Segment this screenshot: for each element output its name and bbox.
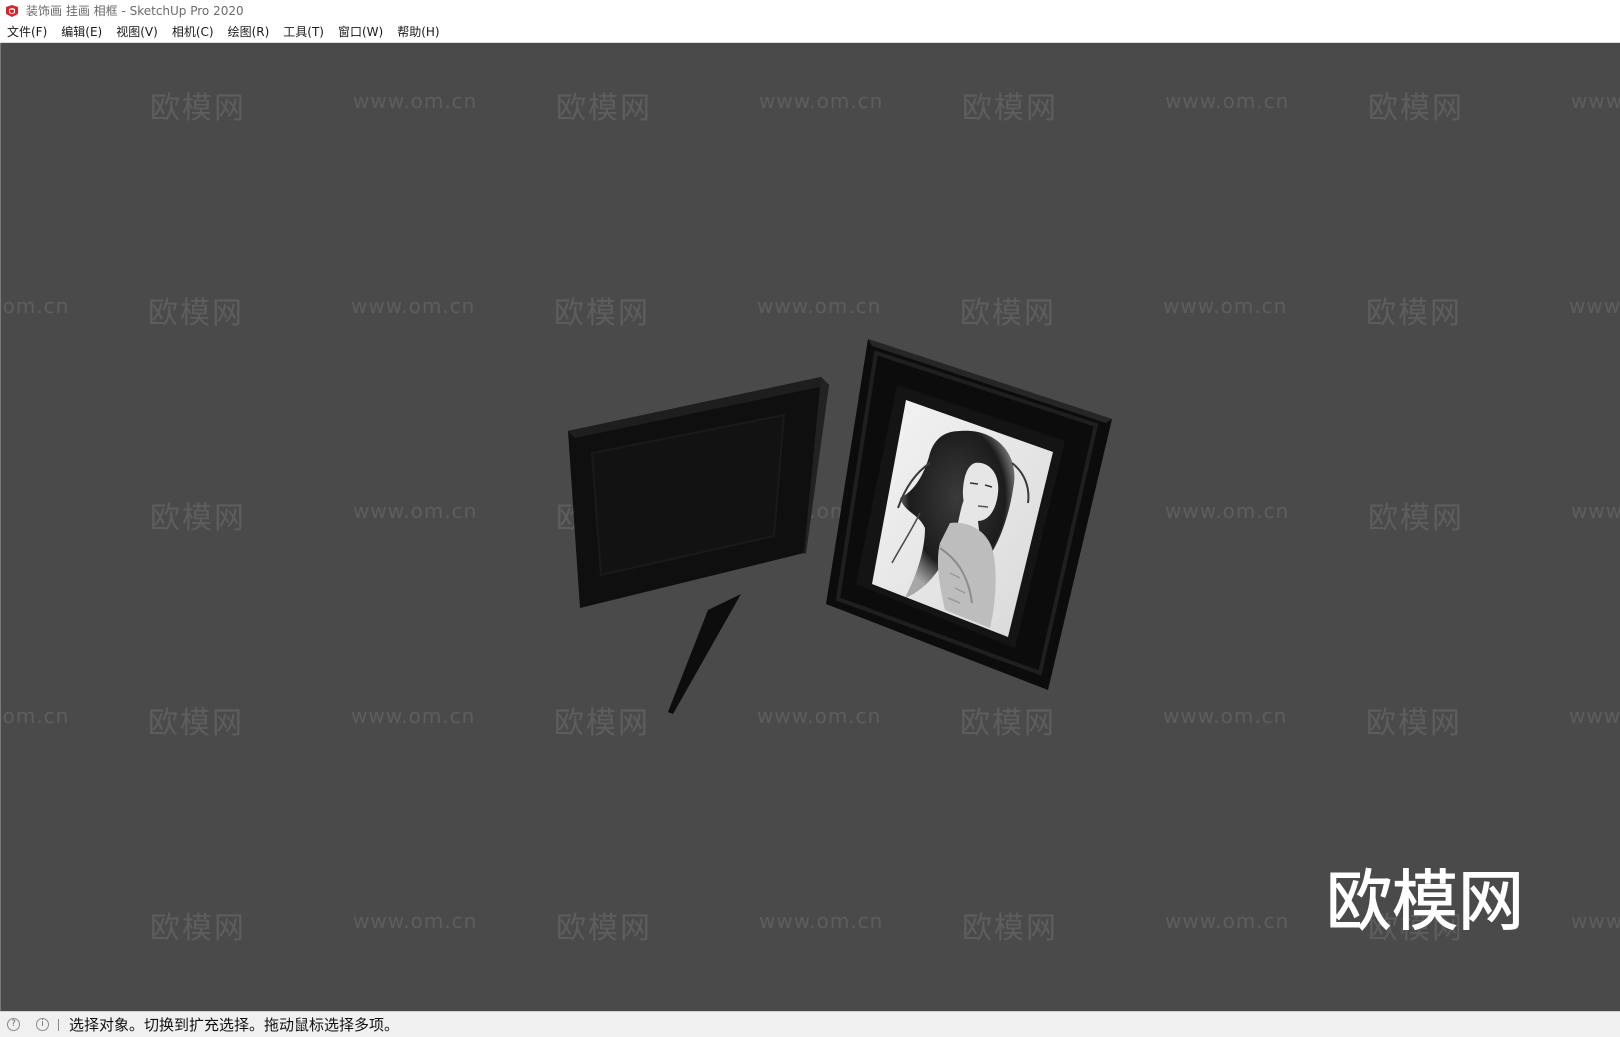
frame-back-view[interactable] [568, 377, 829, 714]
menu-edit[interactable]: 编辑(E) [61, 23, 102, 40]
geo-location-icon[interactable]: ? [7, 1018, 20, 1031]
title-bar: 装饰画 挂画 相框 - SketchUp Pro 2020 [0, 0, 1620, 21]
window-title: 装饰画 挂画 相框 - SketchUp Pro 2020 [26, 4, 244, 18]
menu-view[interactable]: 视图(V) [116, 23, 158, 40]
menu-help[interactable]: 帮助(H) [397, 23, 439, 40]
model-viewport[interactable]: 欧模网 www.om.cn 欧模网 www.om.cn 欧模网 www.om.cn 欧模网 w… [0, 43, 1620, 1011]
menu-draw[interactable]: 绘图(R) [228, 23, 270, 40]
status-divider [58, 1018, 59, 1031]
credits-info-icon[interactable]: i [36, 1018, 49, 1031]
menu-bar: 文件(F) 编辑(E) 视图(V) 相机(C) 绘图(R) 工具(T) 窗口(W… [0, 21, 1620, 43]
sketchup-logo-icon [6, 4, 18, 17]
viewport-border [0, 43, 1, 1011]
menu-camera[interactable]: 相机(C) [172, 23, 214, 40]
svg-text:欧模网: 欧模网 [1326, 863, 1524, 940]
frame-front-with-photo[interactable] [826, 339, 1112, 690]
status-bar: ? i 选择对象。切换到扩充选择。拖动鼠标选择多项。 [0, 1011, 1620, 1037]
menu-tools[interactable]: 工具(T) [283, 23, 324, 40]
status-message: 选择对象。切换到扩充选择。拖动鼠标选择多项。 [69, 1016, 400, 1034]
menu-window[interactable]: 窗口(W) [338, 23, 383, 40]
watermark-logo: 欧模网 [1326, 862, 1526, 942]
menu-file[interactable]: 文件(F) [7, 23, 47, 40]
